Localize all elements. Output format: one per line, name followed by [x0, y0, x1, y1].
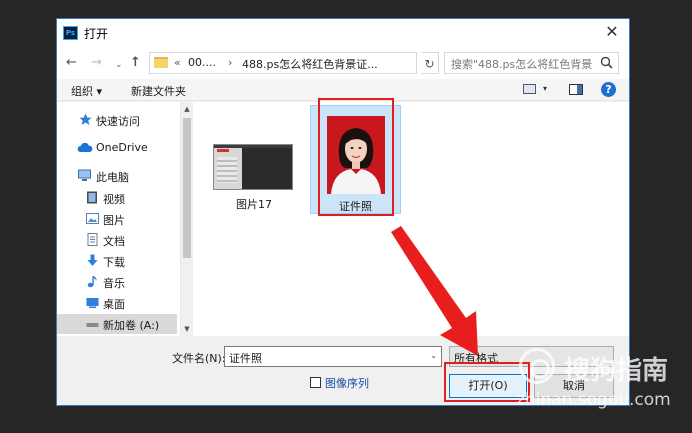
- nav-item-documents[interactable]: 文档: [57, 230, 177, 250]
- breadcrumb-separator[interactable]: ›: [228, 56, 232, 69]
- photoshop-app-icon: Ps: [63, 26, 78, 40]
- nav-item-onedrive[interactable]: OneDrive: [57, 138, 177, 158]
- view-dropdown-chevron-icon[interactable]: ▾: [543, 84, 547, 93]
- nav-item-label: 新加卷 (A:): [103, 319, 160, 332]
- highlight-box-selected-file: [318, 98, 394, 216]
- nav-item-downloads[interactable]: 下载: [57, 251, 177, 271]
- desktop-icon: [86, 298, 99, 308]
- folder-icon: [154, 57, 168, 68]
- watermark-url: zhinan.sogou.com: [516, 390, 671, 410]
- download-icon: [87, 254, 98, 266]
- image-sequence-checkbox[interactable]: [310, 377, 321, 388]
- search-input[interactable]: 搜索"488.ps怎么将红色背景...: [444, 52, 619, 74]
- filename-value: 证件照: [229, 352, 262, 365]
- nav-item-pictures[interactable]: 图片: [57, 209, 177, 229]
- breadcrumb-item[interactable]: 00....: [188, 56, 216, 69]
- nav-item-label: 此电脑: [96, 171, 129, 184]
- chevron-down-icon[interactable]: ⌄: [430, 351, 437, 360]
- nav-item-label: 视频: [103, 193, 125, 206]
- title-bar: Ps 打开 ✕: [57, 19, 629, 47]
- nav-scrollbar[interactable]: ▲ ▼: [180, 102, 192, 336]
- dialog-title: 打开: [84, 27, 109, 41]
- filename-label: 文件名(N):: [172, 352, 226, 365]
- nav-item-drive-a[interactable]: 新加卷 (A:): [57, 314, 177, 334]
- star-icon: [79, 113, 92, 125]
- scrollbar-thumb[interactable]: [183, 118, 191, 258]
- search-icon: [600, 56, 613, 69]
- watermark-text: 搜狗指南: [564, 356, 669, 386]
- nav-item-label: 下载: [103, 256, 125, 269]
- preview-pane-icon[interactable]: [569, 84, 583, 95]
- nav-item-label: 图片: [103, 214, 125, 227]
- filename-input[interactable]: 证件照 ⌄: [224, 346, 442, 367]
- address-row: ← → ⌄ ↑ « 00.... › 488.ps怎么将红色背景证... ⌄ ↻…: [57, 47, 629, 79]
- document-icon: [87, 233, 98, 246]
- view-mode-icon[interactable]: [523, 84, 536, 94]
- drive-icon: [86, 323, 99, 327]
- nav-item-desktop[interactable]: 桌面: [57, 293, 177, 313]
- refresh-icon[interactable]: ↻: [421, 52, 439, 74]
- nav-item-label: 文档: [103, 235, 125, 248]
- scroll-down-icon[interactable]: ▼: [181, 322, 193, 336]
- file-thumbnail: [213, 144, 293, 190]
- nav-item-music[interactable]: 音乐: [57, 272, 177, 292]
- music-icon: [87, 276, 97, 288]
- picture-icon: [86, 213, 99, 224]
- nav-item-label: 快速访问: [96, 115, 140, 128]
- new-folder-button[interactable]: 新建文件夹: [131, 83, 186, 99]
- navigation-pane: 快速访问 OneDrive 此电脑 视频 图片 文档 下载 音乐 桌面 新加卷 …: [57, 102, 181, 336]
- recent-locations-chevron-icon[interactable]: ⌄: [115, 57, 123, 73]
- address-bar[interactable]: « 00.... › 488.ps怎么将红色背景证... ⌄: [149, 52, 502, 74]
- watermark: 搜狗指南 zhinan.sogou.com: [516, 346, 692, 416]
- back-arrow-icon[interactable]: ←: [66, 55, 77, 71]
- file-item[interactable]: 图片17: [210, 122, 298, 214]
- organize-button[interactable]: 组织 ▾: [71, 83, 102, 99]
- up-arrow-icon[interactable]: ↑: [130, 55, 141, 71]
- cloud-icon: [77, 142, 93, 152]
- nav-item-label: OneDrive: [96, 141, 148, 154]
- nav-item-label: 桌面: [103, 298, 125, 311]
- file-name: 图片17: [236, 198, 272, 211]
- breadcrumb-item[interactable]: 488.ps怎么将红色背景证...: [242, 56, 378, 72]
- close-icon[interactable]: ✕: [603, 23, 621, 41]
- breadcrumb-overflow[interactable]: «: [174, 56, 181, 69]
- nav-item-this-pc[interactable]: 此电脑: [57, 166, 177, 186]
- nav-item-quick-access[interactable]: 快速访问: [57, 110, 177, 130]
- help-icon[interactable]: ?: [601, 82, 616, 97]
- search-placeholder: 搜索"488.ps怎么将红色背景...: [451, 58, 593, 71]
- sogou-logo-icon: [519, 348, 555, 384]
- scroll-up-icon[interactable]: ▲: [181, 102, 193, 116]
- file-list: 图片17 证件照: [193, 102, 629, 336]
- video-icon: [87, 191, 97, 204]
- computer-icon: [78, 169, 91, 181]
- nav-item-videos[interactable]: 视频: [57, 188, 177, 208]
- forward-arrow-icon[interactable]: →: [91, 55, 102, 71]
- image-sequence-label[interactable]: 图像序列: [325, 375, 369, 391]
- nav-item-label: 音乐: [103, 277, 125, 290]
